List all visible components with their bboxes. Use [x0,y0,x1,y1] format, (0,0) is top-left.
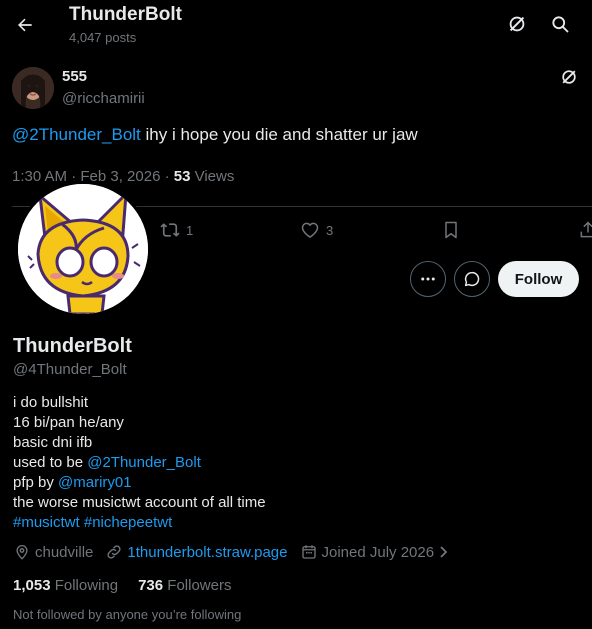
more-icon [421,277,435,281]
tweet-views-label: Views [190,168,235,185]
not-followed-notice: Not followed by anyone you’re following [13,607,242,622]
like-count: 3 [326,222,334,238]
message-icon [464,271,480,287]
location-item: chudville [13,543,93,561]
profile-avatar[interactable] [15,181,151,317]
profile-handle: @4Thunder_Bolt [13,361,127,378]
tweet-views-count: 53 [173,168,191,185]
hashtag-link[interactable]: #nichepeetwt [84,514,172,531]
bio-line: #musictwt #nichepeetwt [13,513,266,533]
avatar-illustration [18,184,148,314]
tweet-bookmark [441,220,461,240]
bio-line: basic dni ifb [13,434,93,451]
bio-line: pfp by @mariry01 [13,473,266,493]
search-icon [552,16,569,33]
profile-meta: chudville 1thunderbolt.straw.page Joined… [13,543,462,561]
search-button[interactable] [548,12,572,36]
link-icon [107,545,121,559]
followers-count: 736 [138,577,164,594]
tweet-mention: @2Thunder_Bolt [12,125,141,144]
follow-button[interactable]: Follow [498,261,579,297]
bio-line: 16 bi/pan he/any [13,414,124,431]
back-button[interactable] [8,8,42,42]
following-link[interactable]: 1,053 Following [13,577,118,594]
share-icon [580,221,592,238]
bio-line: i do bullshit [13,394,89,411]
joined-text: Joined July 2026 [321,543,435,561]
bio-mention-link[interactable]: @2Thunder_Bolt [87,454,201,471]
like-icon [301,222,319,238]
profile-name: ThunderBolt [13,335,132,357]
website-item: 1thunderbolt.straw.page [105,543,288,561]
location-icon [16,545,28,560]
joined-item[interactable]: Joined July 2026 [300,543,451,561]
retweet-icon [160,223,180,237]
chevron-right-icon [440,546,448,558]
calendar-icon [301,545,316,559]
profile-bio: i do bullshit 16 bi/pan he/any basic dni… [13,393,266,533]
tweet-share [578,220,592,240]
back-arrow-icon [18,18,32,32]
follow-counts: 1,053 Following 736 Followers [13,577,231,594]
bio-text: used to be [13,454,88,471]
more-options-button[interactable] [410,261,446,297]
following-count: 1,053 [13,577,51,594]
message-button[interactable] [454,261,490,297]
website-link[interactable]: 1thunderbolt.straw.page [127,544,287,561]
retweet-count: 1 [186,222,194,238]
tweet-author-name: 555 [62,68,88,85]
bookmark-icon [445,221,457,239]
grok-icon [509,16,525,32]
tweet-text: @2Thunder_Bolt ihy i hope you die and sh… [12,125,418,145]
header-title: ThunderBolt [69,4,182,25]
tweet-like: 3 [300,220,333,240]
tweet-author-handle: @ricchamirii [62,90,145,107]
tweet-retweet: 1 [160,220,193,240]
tweet-grok-icon-wrap [559,67,579,87]
followers-label: Followers [167,577,232,594]
bio-line: used to be @2Thunder_Bolt [13,453,266,473]
grok-icon [562,70,576,84]
grok-button[interactable] [505,12,529,36]
tweet-body: ihy i hope you die and shatter ur jaw [140,125,418,144]
hashtag-link[interactable]: #musictwt [13,514,80,531]
followers-link[interactable]: 736 Followers [138,577,231,594]
bio-line: the worse musictwt account of all time [13,494,266,511]
location-text: chudville [35,543,94,561]
tweet-author-avatar [12,67,54,109]
following-label: Following [54,577,119,594]
bio-mention-link[interactable]: @mariry01 [58,474,132,491]
post-count: 4,047 posts [69,30,137,45]
bio-text: pfp by [13,474,59,491]
tweet-meta: 1:30 AM · Feb 3, 2026 · 53 Views [12,168,234,185]
